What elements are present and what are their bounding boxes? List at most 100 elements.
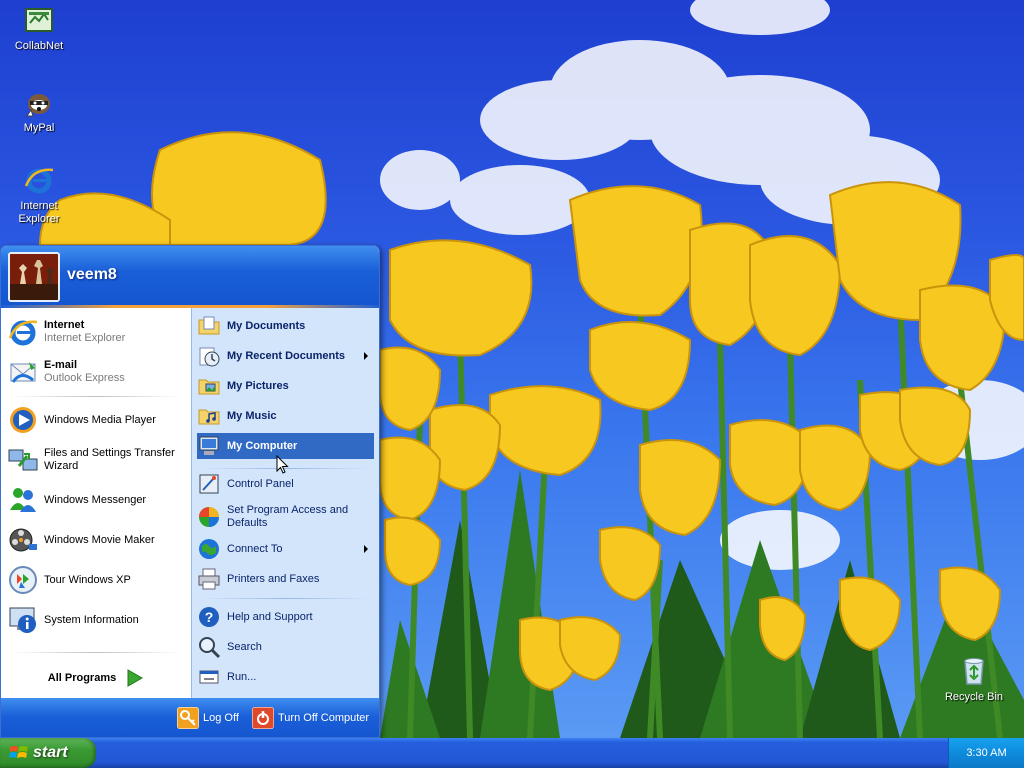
pinned-title: E-mail (44, 359, 78, 371)
messenger-icon (10, 488, 36, 512)
desktop-icon-label: Recycle Bin (944, 691, 1004, 703)
mouse-cursor-icon (276, 455, 289, 474)
svg-text:?: ? (205, 609, 214, 625)
pinned-internet[interactable]: Internet Internet Explorer (7, 314, 185, 350)
ie-icon (24, 168, 54, 194)
place-my-music[interactable]: My Music (197, 403, 374, 429)
pinned-subtitle: Outlook Express (44, 372, 125, 384)
control-panel-icon (199, 474, 219, 494)
start-menu-footer: Log Off Turn Off Computer (1, 698, 379, 737)
transfer-wizard-icon (8, 449, 38, 471)
setting-label: Set Program Access and Defaults (227, 504, 349, 529)
program-tour-xp[interactable]: Tour Windows XP (7, 562, 185, 598)
all-programs-label: All Programs (47, 672, 117, 684)
pinned-email[interactable]: E-mail Outlook Express (7, 354, 185, 390)
windows-logo-icon (9, 746, 28, 758)
place-label: My Recent Documents (227, 350, 345, 362)
program-system-info[interactable]: System Information (7, 602, 185, 638)
start-menu-right-pane: My Documents My Recent Documents My Pict… (191, 308, 379, 698)
chess-avatar-icon (10, 254, 58, 300)
setting-label: Printers and Faxes (227, 573, 320, 585)
help-label: Search (227, 641, 262, 653)
collabnet-icon (25, 8, 53, 32)
power-icon (252, 707, 274, 729)
setting-label: Connect To (227, 543, 283, 555)
my-computer-icon (199, 436, 219, 455)
desktop-icon-recycle-bin[interactable]: Recycle Bin (936, 655, 1012, 704)
tour-xp-icon (9, 566, 37, 594)
program-media-player[interactable]: Windows Media Player (7, 402, 185, 438)
folder-music-icon (198, 409, 220, 425)
desktop-icon-internet-explorer[interactable]: Internet Explorer (1, 164, 77, 226)
program-label: Windows Movie Maker (44, 533, 155, 546)
submenu-arrow-icon (364, 545, 368, 553)
program-label: Tour Windows XP (44, 573, 131, 586)
left-pane-divider (11, 396, 181, 397)
recent-documents-icon (199, 347, 220, 367)
user-name: veem8 (67, 266, 117, 283)
right-pane-divider (202, 598, 372, 599)
place-my-recent-documents[interactable]: My Recent Documents (197, 343, 374, 369)
run[interactable]: Run... (197, 664, 374, 690)
help-label: Run... (227, 671, 257, 683)
place-label: My Music (227, 410, 277, 422)
setting-connect-to[interactable]: Connect To (197, 536, 374, 562)
pinned-subtitle: Internet Explorer (44, 332, 126, 344)
program-label: Windows Media Player (44, 413, 156, 426)
program-messenger[interactable]: Windows Messenger (7, 482, 185, 518)
clock[interactable]: 3:30 AM (966, 747, 1006, 759)
program-transfer-wizard[interactable]: Files and Settings Transfer Wizard (7, 442, 185, 478)
system-tray: 3:30 AM (948, 738, 1024, 768)
pinned-title: Internet (44, 319, 85, 331)
program-label: System Information (44, 613, 139, 626)
desktop-icon-label: CollabNet (14, 40, 64, 52)
search[interactable]: Search (197, 634, 374, 660)
help-and-support[interactable]: ? Help and Support (197, 604, 374, 630)
ie-icon (8, 320, 38, 346)
avatar[interactable] (8, 252, 60, 302)
arrow-right-icon (127, 669, 144, 687)
setting-label: Control Panel (227, 478, 294, 490)
program-access-icon (199, 507, 219, 527)
outlook-express-icon (10, 362, 36, 383)
program-label: Files and Settings Transfer Wizard (44, 447, 175, 472)
recycle-bin-icon (964, 658, 984, 685)
place-label: My Pictures (227, 380, 289, 392)
all-programs-button[interactable]: All Programs (1, 658, 191, 698)
help-label: Help and Support (227, 611, 313, 623)
system-info-icon (9, 607, 36, 633)
printer-icon (198, 568, 220, 590)
program-movie-maker[interactable]: Windows Movie Maker (7, 522, 185, 558)
start-menu-left-pane: Internet Internet Explorer E-mail Outloo… (1, 308, 191, 698)
setting-printers[interactable]: Printers and Faxes (197, 566, 374, 592)
turn-off-label: Turn Off Computer (278, 712, 370, 724)
desktop-icon-label: Internet Explorer (18, 200, 60, 225)
folder-documents-icon (198, 316, 220, 335)
run-icon (199, 670, 219, 684)
turn-off-button[interactable]: Turn Off Computer (252, 706, 369, 730)
place-label: My Documents (227, 320, 306, 332)
folder-pictures-icon (198, 379, 220, 395)
desktop-icon-collabnet[interactable]: CollabNet (1, 4, 77, 53)
left-pane-divider (11, 652, 181, 653)
log-off-button[interactable]: Log Off (177, 706, 239, 730)
setting-program-access[interactable]: Set Program Access and Defaults (197, 501, 374, 533)
submenu-arrow-icon (364, 352, 368, 360)
mypal-icon (26, 94, 50, 117)
taskbar: start 3:30 AM (0, 738, 1024, 768)
help-icon: ? (199, 607, 219, 627)
program-label: Windows Messenger (44, 493, 147, 506)
movie-maker-icon (9, 528, 37, 552)
desktop-icon-mypal[interactable]: MyPal (1, 86, 77, 135)
start-menu-header: veem8 (1, 246, 379, 308)
start-button[interactable]: start (0, 738, 96, 768)
place-my-documents[interactable]: My Documents (197, 313, 374, 339)
connect-to-icon (199, 539, 219, 559)
place-my-pictures[interactable]: My Pictures (197, 373, 374, 399)
start-label: start (33, 744, 68, 761)
start-menu: veem8 Internet Internet Explorer E-mail … (0, 245, 380, 738)
desktop-icon-label: MyPal (23, 122, 55, 134)
place-label: My Computer (227, 440, 298, 452)
search-icon (199, 637, 221, 659)
key-icon (177, 707, 199, 729)
